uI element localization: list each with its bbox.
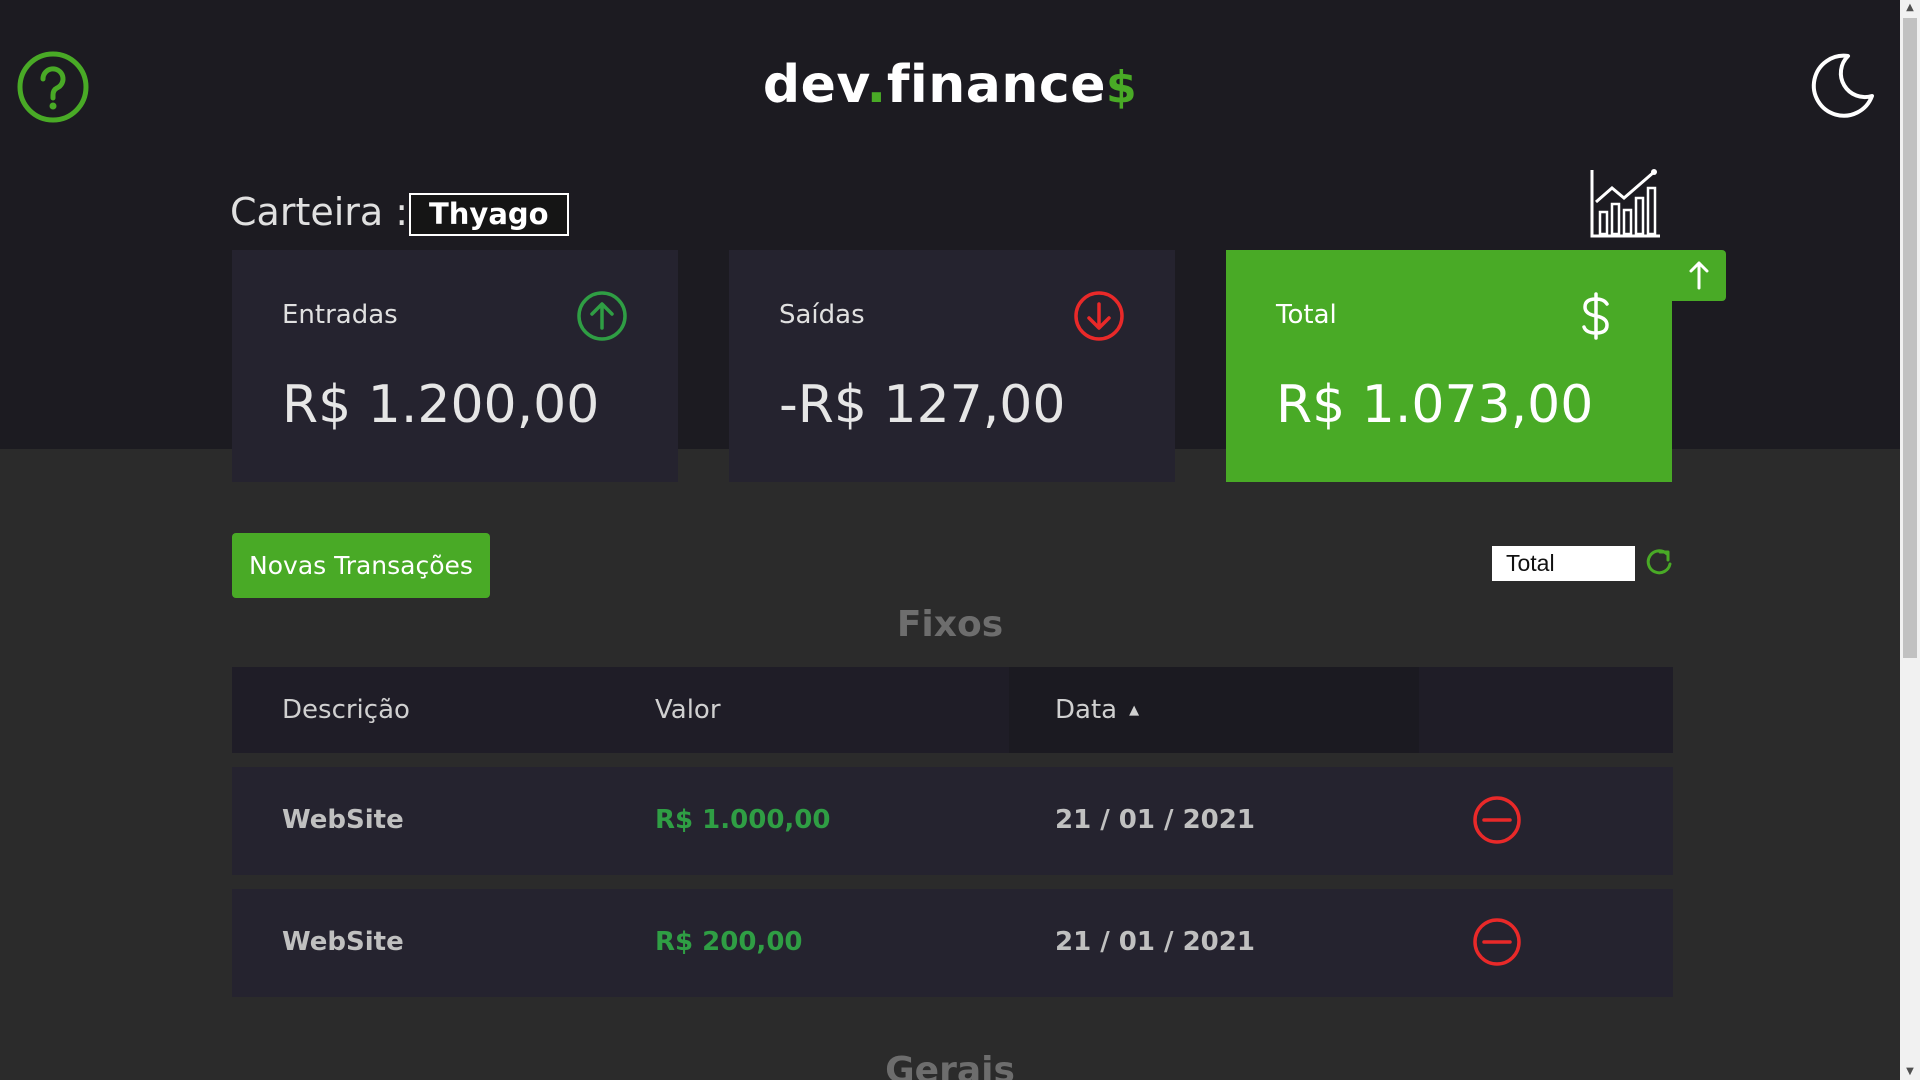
chart-button[interactable] — [1588, 166, 1662, 240]
line-chart-icon — [1590, 169, 1660, 238]
total-card-title: Total — [1276, 300, 1337, 330]
fixed-table-header: Descrição Valor Data ▲ — [232, 667, 1673, 753]
row-value: R$ 1.000,00 — [655, 805, 831, 835]
expense-card-title: Saídas — [779, 300, 865, 330]
arrow-up-circle-icon — [577, 291, 627, 341]
general-section-title: Gerais — [885, 1050, 1015, 1080]
filter-select[interactable]: Total — [1492, 546, 1635, 581]
total-card: Total R$ 1.073,00 — [1226, 250, 1672, 482]
new-transaction-button[interactable]: Novas Transações — [232, 533, 490, 598]
scroll-up-arrow-icon[interactable]: ▲ — [1900, 0, 1920, 16]
arrow-down-circle-icon — [1074, 291, 1124, 341]
scroll-to-top-button[interactable] — [1672, 250, 1726, 301]
column-header-date-label: Data — [1055, 695, 1118, 725]
column-header-description[interactable]: Descrição — [282, 695, 410, 725]
arrow-up-icon — [1689, 261, 1709, 290]
dollar-icon — [1582, 292, 1609, 340]
wallet-label: Carteira : — [230, 190, 409, 234]
scroll-down-arrow-icon[interactable]: ▼ — [1900, 1064, 1920, 1080]
row-date: 21 / 01 / 2021 — [1055, 927, 1255, 957]
refresh-icon — [1646, 549, 1672, 575]
expense-card: Saídas -R$ 127,00 — [729, 250, 1175, 482]
minus-circle-icon — [1473, 796, 1521, 844]
row-date: 21 / 01 / 2021 — [1055, 805, 1255, 835]
income-card-value: R$ 1.200,00 — [282, 375, 600, 435]
total-card-value: R$ 1.073,00 — [1276, 375, 1594, 435]
minus-circle-icon — [1473, 918, 1521, 966]
table-row: WebSite R$ 1.000,00 21 / 01 / 2021 — [232, 767, 1673, 875]
column-header-date[interactable]: Data ▲ — [1055, 695, 1139, 725]
refresh-button[interactable] — [1643, 546, 1675, 578]
wallet-name-field[interactable]: Thyago — [409, 193, 569, 236]
table-row: WebSite R$ 200,00 21 / 01 / 2021 — [232, 889, 1673, 997]
fixed-section-title: Fixos — [896, 604, 1004, 645]
row-value: R$ 200,00 — [655, 927, 803, 957]
remove-transaction-button[interactable] — [1472, 917, 1522, 967]
expense-card-value: -R$ 127,00 — [779, 375, 1066, 435]
income-card: Entradas R$ 1.200,00 — [232, 250, 678, 482]
column-header-value[interactable]: Valor — [655, 695, 721, 725]
row-description: WebSite — [282, 805, 404, 835]
row-description: WebSite — [282, 927, 404, 957]
moon-icon — [1811, 53, 1874, 118]
theme-toggle-button[interactable] — [1808, 50, 1878, 120]
sort-ascending-icon: ▲ — [1129, 703, 1140, 718]
remove-transaction-button[interactable] — [1472, 795, 1522, 845]
scrollbar-thumb[interactable] — [1903, 18, 1917, 658]
income-card-title: Entradas — [282, 300, 398, 330]
app-logo: dev.finance$ — [762, 55, 1138, 115]
